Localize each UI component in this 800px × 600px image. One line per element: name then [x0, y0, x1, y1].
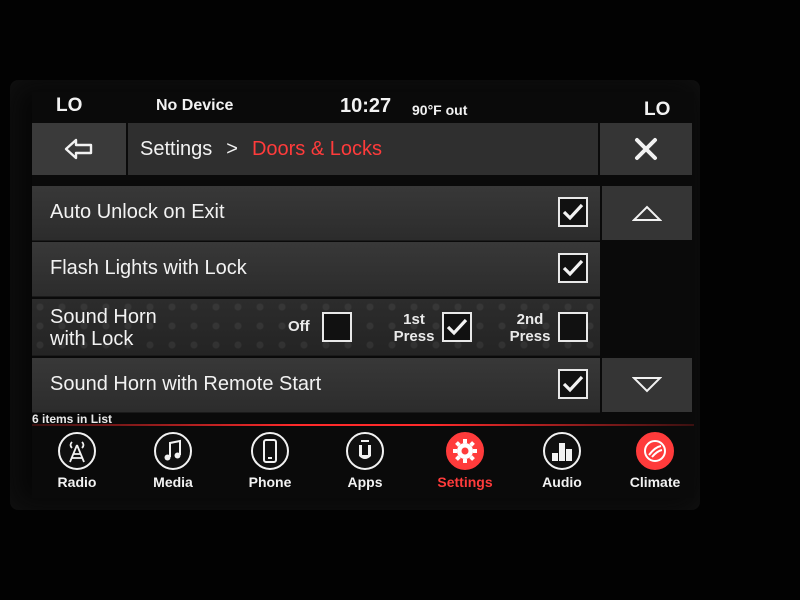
option-first-checkbox[interactable] [442, 312, 472, 342]
setting-row-auto-unlock[interactable]: Auto Unlock on Exit [32, 186, 600, 241]
option-off-checkbox[interactable] [322, 312, 352, 342]
nav-label: Climate [629, 474, 681, 490]
apps-icon [346, 432, 384, 470]
scroll-up-button[interactable] [602, 186, 692, 240]
setting-label: Sound Horn with Lock [50, 306, 157, 350]
checkmark-icon [446, 318, 468, 336]
driver-temp[interactable]: LO [56, 95, 82, 117]
option-off-label: Off [288, 318, 310, 335]
option-first-label: 1st Press [392, 311, 436, 345]
status-bar: LO No Device 10:27 90°F out LO [32, 92, 694, 122]
option-first-label-line1: 1st [403, 311, 425, 328]
nav-audio[interactable]: Audio [525, 432, 599, 494]
nav-climate[interactable]: Climate [618, 432, 692, 494]
outside-temp: 90°F out [412, 102, 468, 118]
nav-label: Settings [437, 474, 493, 490]
climate-icon [636, 432, 674, 470]
option-second-label-line2: Press [509, 328, 551, 345]
page-title: Doors & Locks [251, 137, 383, 160]
setting-row-flash-lights[interactable]: Flash Lights with Lock [32, 242, 600, 297]
divider [32, 424, 694, 426]
setting-label-line1: Sound Horn [50, 306, 157, 328]
auto-unlock-checkbox[interactable] [558, 197, 588, 227]
checkmark-icon [562, 375, 584, 393]
phone-icon [251, 432, 289, 470]
setting-label-line2: with Lock [50, 328, 134, 350]
remote-start-checkbox[interactable] [558, 369, 588, 399]
nav-label: Media [153, 474, 193, 490]
radio-tower-icon [58, 432, 96, 470]
option-second-label: 2nd Press [508, 311, 552, 345]
option-second-label-line1: 2nd [516, 311, 544, 328]
breadcrumb-separator: > [226, 137, 238, 160]
nav-label: Phone [248, 474, 292, 490]
close-icon [635, 138, 657, 160]
option-second-checkbox[interactable] [558, 312, 588, 342]
chevron-up-icon [632, 205, 662, 221]
nav-label: Radio [57, 474, 97, 490]
device-status: No Device [156, 97, 234, 114]
checkmark-icon [562, 259, 584, 277]
music-note-icon [154, 432, 192, 470]
breadcrumb-parent[interactable]: Settings [140, 138, 212, 161]
flash-lights-checkbox[interactable] [558, 253, 588, 283]
nav-label: Apps [347, 474, 383, 490]
option-first-label-line2: Press [393, 328, 435, 345]
nav-label: Audio [542, 474, 582, 490]
bottom-nav: Radio Media Phone Apps Settings Audio Cl… [32, 428, 694, 498]
nav-settings[interactable]: Settings [428, 432, 502, 494]
checkmark-icon [562, 203, 584, 221]
nav-media[interactable]: Media [136, 432, 210, 494]
chevron-down-icon [632, 377, 662, 393]
gear-icon [446, 432, 484, 470]
nav-radio[interactable]: Radio [40, 432, 114, 494]
setting-row-sound-horn-lock: Sound Horn with Lock Off 1st Press 2nd P… [32, 299, 600, 356]
infotainment-screen: LO No Device 10:27 90°F out LO Settings … [32, 92, 694, 498]
nav-apps[interactable]: Apps [328, 432, 402, 494]
clock: 10:27 [340, 95, 392, 117]
setting-label: Flash Lights with Lock [50, 257, 247, 279]
setting-label: Sound Horn with Remote Start [50, 373, 322, 395]
setting-row-remote-start[interactable]: Sound Horn with Remote Start [32, 358, 600, 413]
back-button[interactable] [32, 123, 126, 175]
breadcrumb: Settings > Doors & Locks [128, 123, 598, 175]
setting-label: Auto Unlock on Exit [50, 201, 225, 223]
equalizer-icon [543, 432, 581, 470]
scroll-down-button[interactable] [602, 358, 692, 412]
nav-phone[interactable]: Phone [233, 432, 307, 494]
close-button[interactable] [600, 123, 692, 175]
passenger-temp[interactable]: LO [644, 99, 670, 121]
arrow-left-icon [64, 138, 93, 160]
